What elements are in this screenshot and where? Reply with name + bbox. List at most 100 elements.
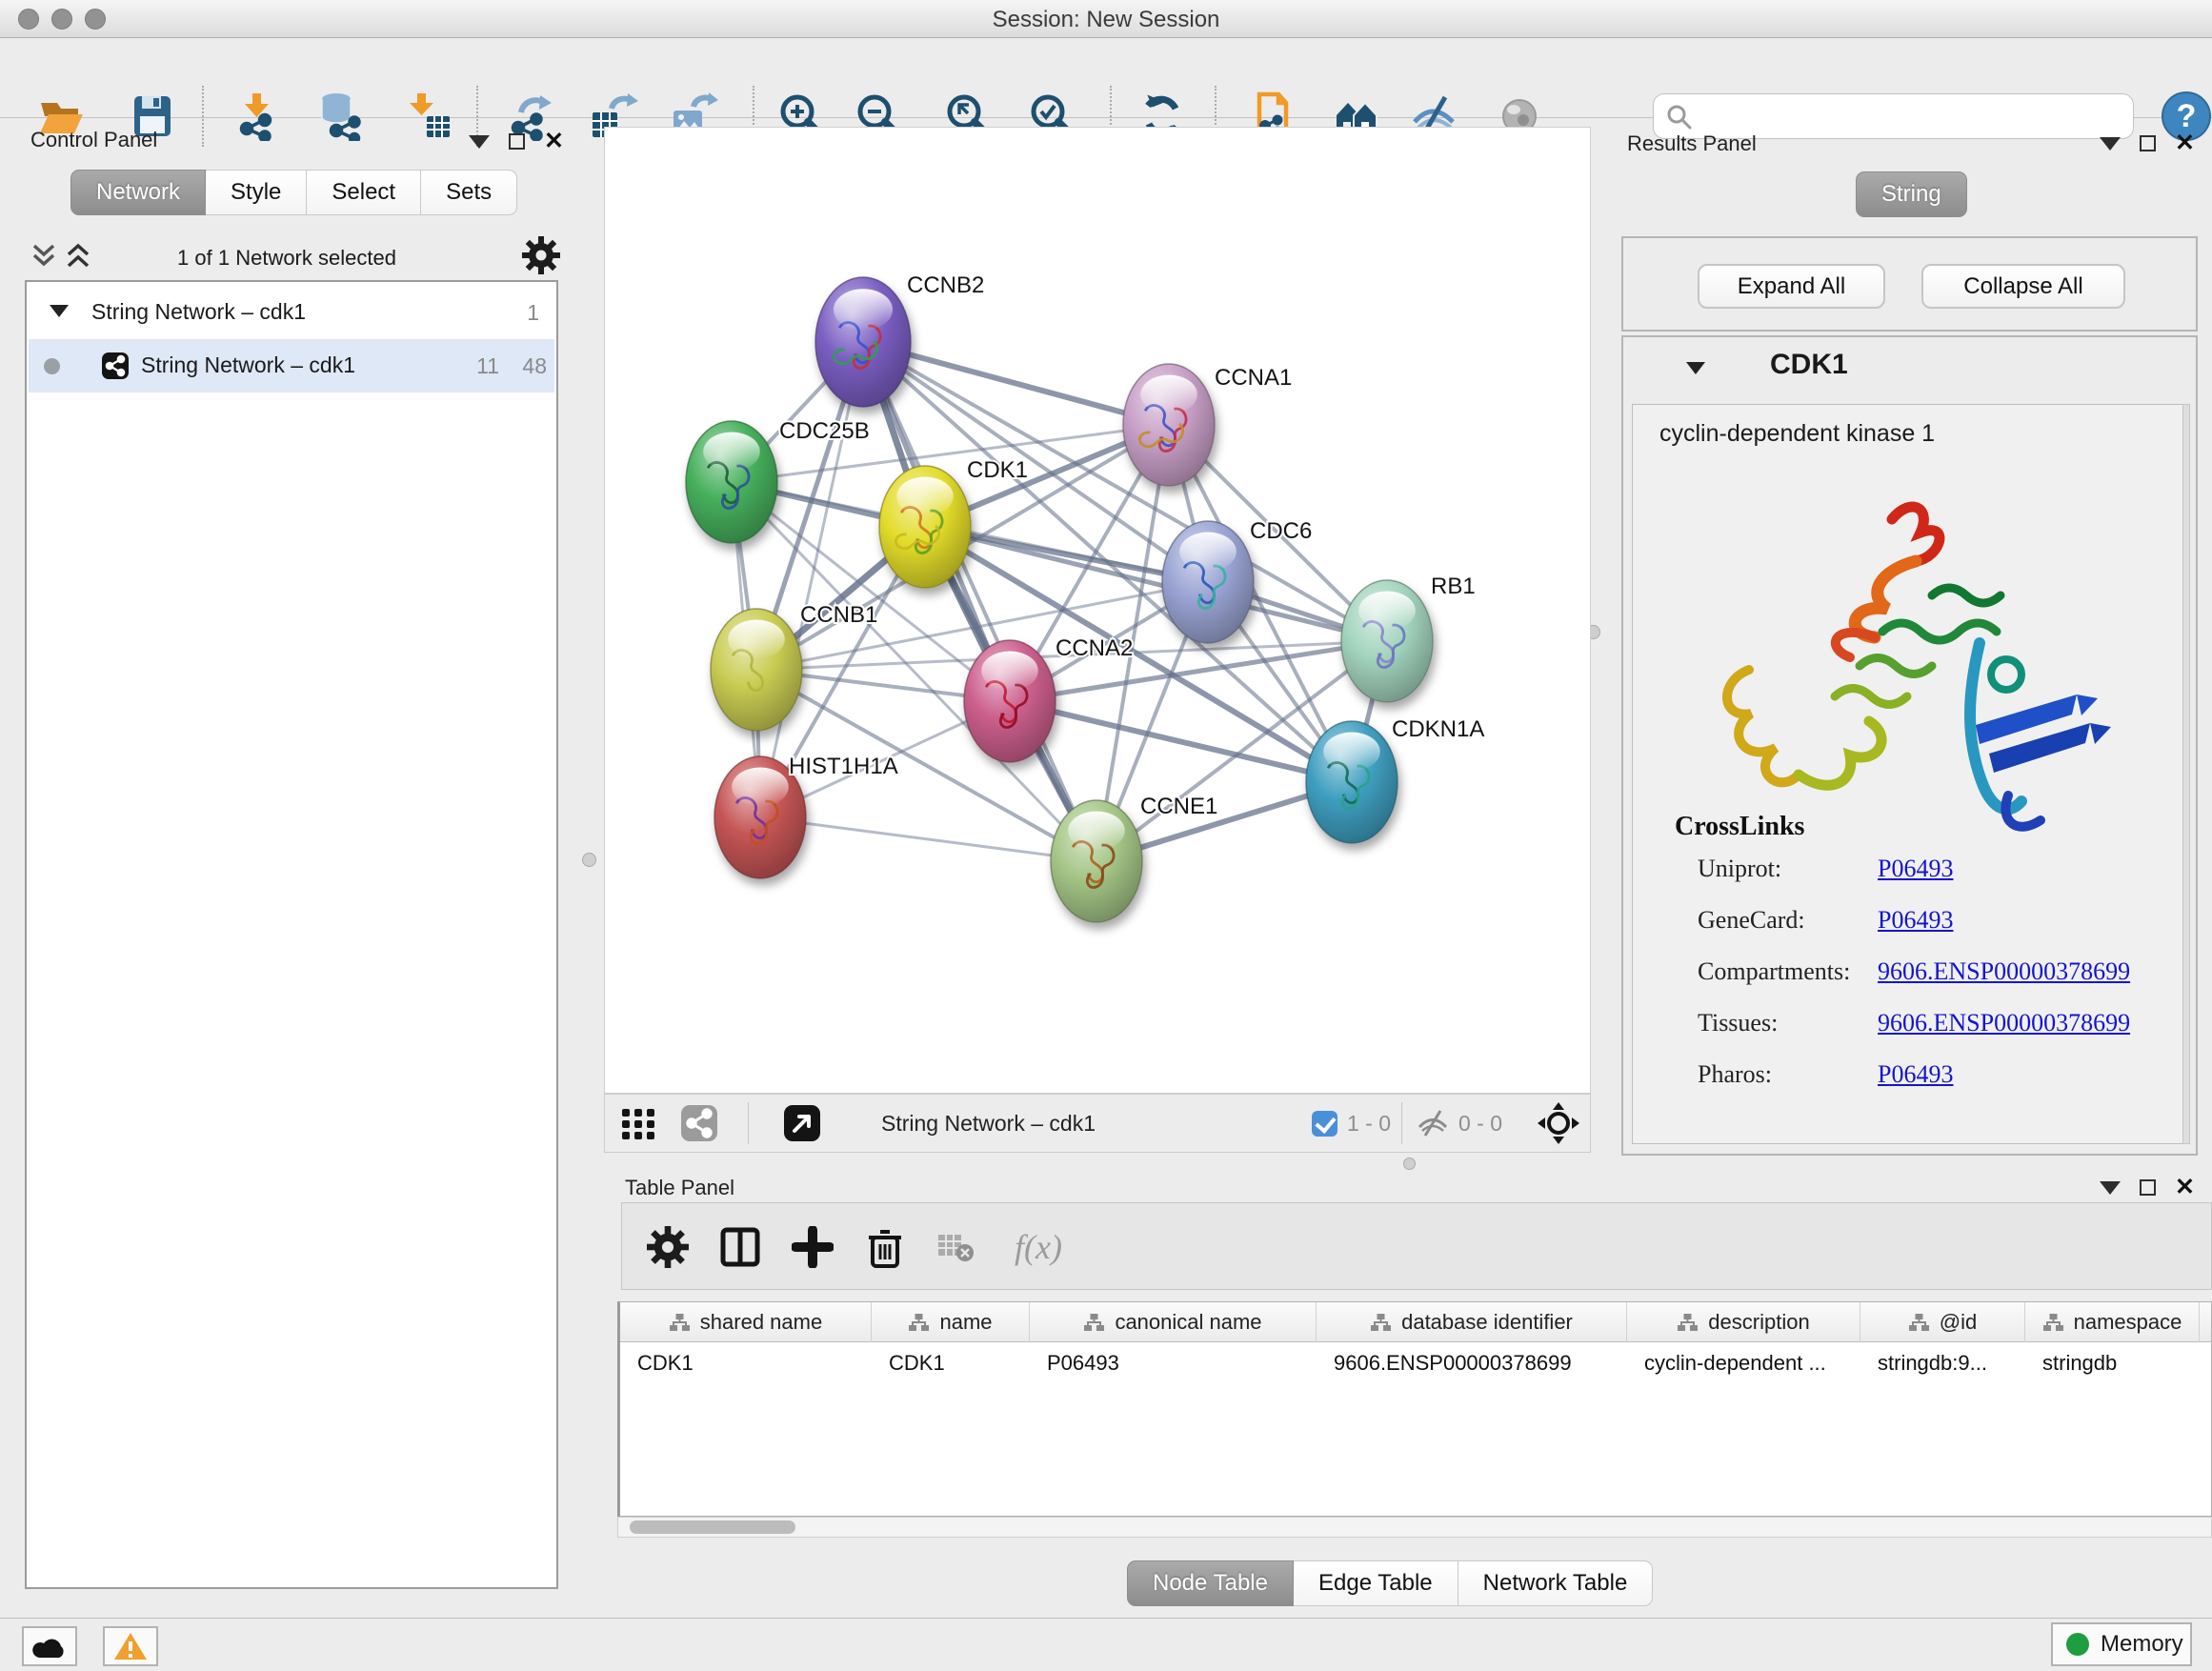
warnings-button[interactable] bbox=[103, 1626, 158, 1666]
cell-description[interactable]: cyclin-dependent ... bbox=[1627, 1342, 1860, 1384]
tab-select[interactable]: Select bbox=[307, 170, 421, 215]
results-scrollbar[interactable] bbox=[2182, 404, 2190, 1144]
node-gloss-highlight bbox=[896, 477, 954, 516]
column-header-description[interactable]: description bbox=[1627, 1302, 1860, 1342]
scrollbar-thumb[interactable] bbox=[630, 1520, 795, 1534]
expand-all-button[interactable]: Expand All bbox=[1698, 264, 1885, 309]
cell-shared-name[interactable]: CDK1 bbox=[620, 1342, 872, 1384]
node-gloss-highlight bbox=[981, 652, 1038, 691]
column-header-name[interactable]: name bbox=[872, 1302, 1030, 1342]
node-CDC6[interactable] bbox=[1162, 521, 1254, 643]
cell-namespace[interactable]: stringdb bbox=[2025, 1342, 2200, 1384]
panel-close-icon[interactable]: ✕ bbox=[544, 133, 564, 150]
panel-float-icon[interactable] bbox=[509, 133, 525, 150]
footer-separator bbox=[748, 1102, 749, 1144]
table-panel-tabs: Node TableEdge TableNetwork Table bbox=[1127, 1560, 1653, 1606]
cell-canonical-name[interactable]: P06493 bbox=[1030, 1342, 1317, 1384]
cell-database-identifier[interactable]: 9606.ENSP00000378699 bbox=[1317, 1342, 1627, 1384]
node-CCNA2[interactable] bbox=[964, 640, 1056, 762]
control-panel-window-buttons: ✕ bbox=[469, 133, 564, 150]
column-header-label: namespace bbox=[2074, 1310, 2182, 1335]
node-label-CDC6: CDC6 bbox=[1250, 518, 1312, 544]
node-CDK1[interactable] bbox=[879, 466, 971, 588]
import-network-file-button[interactable] bbox=[231, 90, 284, 143]
panel-menu-icon[interactable] bbox=[2100, 1181, 2121, 1195]
network-graph[interactable]: CCNB2CCNA1CDC25BCDK1CDC6RB1CCNB1CCNA2CDK… bbox=[605, 128, 1590, 1093]
collection-expander-icon[interactable] bbox=[50, 305, 69, 317]
network-tree: String Network – cdk1 1 String Network –… bbox=[25, 280, 558, 1589]
birds-eye-view-button[interactable] bbox=[618, 1095, 658, 1152]
column-header-database-identifier[interactable]: database identifier bbox=[1317, 1302, 1627, 1342]
node-CCNE1[interactable] bbox=[1051, 800, 1142, 922]
panel-float-icon[interactable] bbox=[2140, 1179, 2156, 1196]
node-CDC25B[interactable] bbox=[686, 421, 777, 543]
fit-content-button[interactable] bbox=[1537, 1095, 1580, 1152]
tab-style[interactable]: Style bbox=[206, 170, 307, 215]
bottom-splitter-handle[interactable] bbox=[1403, 1158, 1416, 1170]
protein-section-expander-icon[interactable] bbox=[1686, 362, 1705, 374]
cell--id[interactable]: stringdb:9... bbox=[1860, 1342, 2025, 1384]
edge-HIST1H1A-CCNE1[interactable] bbox=[760, 817, 1096, 861]
import-network-database-button[interactable] bbox=[313, 90, 367, 143]
table-options-button[interactable] bbox=[641, 1220, 694, 1274]
column-header-shared-name[interactable]: shared name bbox=[620, 1302, 872, 1342]
crosslink-link[interactable]: P06493 bbox=[1878, 855, 1953, 883]
left-splitter-handle[interactable] bbox=[582, 853, 596, 867]
memory-button[interactable]: Memory bbox=[2051, 1622, 2192, 1666]
table-horizontal-scrollbar[interactable] bbox=[617, 1517, 2212, 1538]
tab-edge-table[interactable]: Edge Table bbox=[1294, 1560, 1458, 1606]
tab-string[interactable]: String bbox=[1856, 171, 1967, 217]
column-header--id[interactable]: @id bbox=[1860, 1302, 2025, 1342]
network-row-selected[interactable]: String Network – cdk1 11 48 bbox=[29, 339, 554, 393]
panel-menu-icon[interactable] bbox=[2100, 137, 2121, 151]
panel-close-icon[interactable]: ✕ bbox=[2175, 1179, 2195, 1196]
panel-menu-icon[interactable] bbox=[469, 135, 490, 149]
tab-sets[interactable]: Sets bbox=[421, 170, 517, 215]
selected-checkbox-icon[interactable] bbox=[1312, 1111, 1337, 1137]
open-in-new-window-button[interactable] bbox=[782, 1095, 822, 1152]
network-view-toolbar: String Network – cdk1 1 - 0 0 - 0 bbox=[604, 1094, 1591, 1153]
results-buttons-box: Expand All Collapse All bbox=[1621, 236, 2198, 332]
network-view-canvas[interactable]: CCNB2CCNA1CDC25BCDK1CDC6RB1CCNB1CCNA2CDK… bbox=[604, 127, 1591, 1094]
column-header-namespace[interactable]: namespace bbox=[2025, 1302, 2200, 1342]
protein-description: cyclin-dependent kinase 1 bbox=[1659, 420, 1935, 448]
selected-count: 1 - 0 bbox=[1347, 1111, 1391, 1137]
panel-float-icon[interactable] bbox=[2140, 135, 2156, 151]
node-CCNB2[interactable] bbox=[815, 277, 911, 407]
node-CDKN1A[interactable] bbox=[1306, 721, 1398, 843]
delete-columns-button[interactable] bbox=[858, 1220, 912, 1274]
panel-close-icon[interactable]: ✕ bbox=[2175, 135, 2195, 151]
node-label-CDC25B: CDC25B bbox=[779, 418, 870, 444]
table-row[interactable]: CDK1CDK1P064939606.ENSP00000378699cyclin… bbox=[620, 1342, 2211, 1384]
create-column-button[interactable] bbox=[786, 1220, 839, 1274]
tab-node-table[interactable]: Node Table bbox=[1127, 1560, 1294, 1606]
node-CCNB1[interactable] bbox=[711, 609, 802, 731]
selected-count-group: 1 - 0 bbox=[1312, 1095, 1391, 1152]
network-options-gear-icon[interactable] bbox=[522, 236, 560, 274]
columns-icon bbox=[718, 1225, 762, 1269]
control-panel-title: Control Panel bbox=[30, 128, 157, 152]
tab-network[interactable]: Network bbox=[70, 170, 206, 215]
table-panel-window-buttons: ✕ bbox=[2100, 1179, 2195, 1196]
crosslink-link[interactable]: 9606.ENSP00000378699 bbox=[1878, 1009, 2130, 1037]
crosslink-link[interactable]: 9606.ENSP00000378699 bbox=[1878, 957, 2130, 986]
crosshair-move-icon bbox=[1537, 1101, 1580, 1145]
current-network-name: String Network – cdk1 bbox=[881, 1095, 1096, 1152]
edge-CCNB2-CCNE1[interactable] bbox=[863, 342, 1096, 861]
collapse-all-button[interactable]: Collapse All bbox=[1921, 264, 2125, 309]
column-header-canonical-name[interactable]: canonical name bbox=[1030, 1302, 1317, 1342]
node-label-CCNA2: CCNA2 bbox=[1056, 635, 1133, 661]
import-table-file-button[interactable] bbox=[402, 90, 455, 143]
node-RB1[interactable] bbox=[1341, 580, 1433, 702]
node-gloss-highlight bbox=[834, 289, 893, 331]
cell-name[interactable]: CDK1 bbox=[872, 1342, 1030, 1384]
cloud-status-button[interactable] bbox=[22, 1626, 77, 1666]
node-CCNA1[interactable] bbox=[1123, 364, 1215, 486]
tab-network-table[interactable]: Network Table bbox=[1458, 1560, 1654, 1606]
string-view-button[interactable] bbox=[679, 1095, 719, 1152]
crosslink-link[interactable]: P06493 bbox=[1878, 906, 1953, 935]
network-collection-row[interactable]: String Network – cdk1 1 bbox=[29, 286, 554, 339]
show-columns-button[interactable] bbox=[714, 1220, 767, 1274]
crosslink-link[interactable]: P06493 bbox=[1878, 1060, 1953, 1089]
edge-CCNB2-HIST1H1A[interactable] bbox=[760, 342, 863, 817]
